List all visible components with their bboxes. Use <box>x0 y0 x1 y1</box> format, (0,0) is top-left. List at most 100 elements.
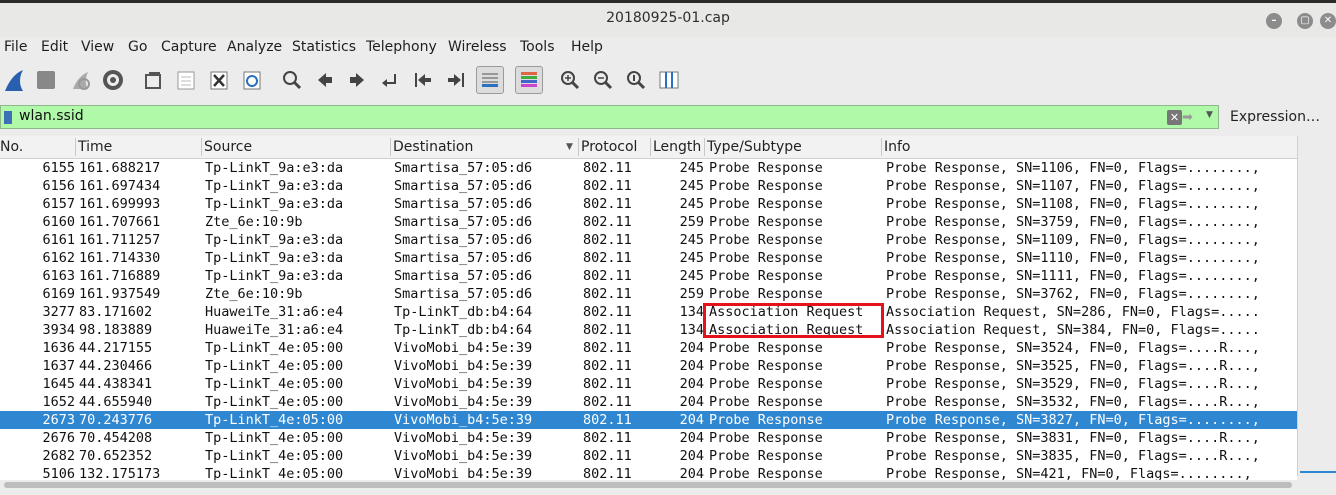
close-button[interactable]: ✕ <box>1320 13 1336 29</box>
normal-size-icon[interactable] <box>622 66 650 94</box>
cell-type-subtype: Probe Response <box>709 394 823 410</box>
zoom-in-icon[interactable] <box>556 66 584 94</box>
table-row[interactable]: 6163 161.716889 Tp-LinkT_9a:e3:da Smartisa_… <box>0 267 1297 285</box>
cell-source: Tp-LinkT_4e:05:00 <box>205 430 344 446</box>
cell-no: 6155 <box>42 160 75 176</box>
column-divider[interactable] <box>75 138 76 156</box>
table-row[interactable]: 2682 70.652352 Tp-LinkT_4e:05:00 VivoMobi_b… <box>0 447 1297 465</box>
apply-filter-icon[interactable]: ➡ <box>1182 110 1204 125</box>
table-row[interactable]: 6160 161.707661 Zte_6e:10:9b Smartisa_57:05… <box>0 213 1297 231</box>
menu-statistics[interactable]: Statistics <box>292 39 356 55</box>
table-row[interactable]: 6155 161.688217 Tp-LinkT_9a:e3:da Smartisa_… <box>0 159 1297 177</box>
menu-view[interactable]: View <box>81 39 114 55</box>
menu-analyze[interactable]: Analyze <box>227 39 282 55</box>
minimize-button[interactable]: – <box>1266 13 1282 29</box>
reload-icon[interactable] <box>238 66 266 94</box>
go-to-packet-icon[interactable] <box>376 66 404 94</box>
menu-telephony[interactable]: Telephony <box>366 39 437 55</box>
table-row[interactable]: 1636 44.217155 Tp-LinkT_4e:05:00 VivoMobi_b… <box>0 339 1297 357</box>
cell-time: 161.716889 <box>79 268 161 284</box>
table-row[interactable]: 6156 161.697434 Tp-LinkT_9a:e3:da Smartisa_… <box>0 177 1297 195</box>
column-no[interactable]: No. <box>0 139 23 158</box>
scrollbar-thumb[interactable] <box>4 482 1292 488</box>
column-divider[interactable] <box>650 138 651 156</box>
table-row[interactable]: 3277 83.171602 HuaweiTe_31:a6:e4 Tp-LinkT_d… <box>0 303 1297 321</box>
cell-destination: VivoMobi_b4:5e:39 <box>394 412 533 428</box>
menu-capture[interactable]: Capture <box>161 39 217 55</box>
zoom-out-icon[interactable] <box>589 66 617 94</box>
colorize-icon[interactable] <box>515 66 543 94</box>
forward-arrow-icon[interactable] <box>343 66 371 94</box>
autoscroll-icon[interactable] <box>476 66 504 94</box>
menu-tools[interactable]: Tools <box>520 39 555 55</box>
options-gear-icon[interactable] <box>99 66 127 94</box>
cell-no: 6162 <box>42 250 75 266</box>
bookmark-icon[interactable] <box>4 111 12 124</box>
resize-columns-icon[interactable] <box>655 66 683 94</box>
column-divider[interactable] <box>704 138 705 156</box>
menu-edit[interactable]: Edit <box>41 39 68 55</box>
column-source[interactable]: Source <box>204 139 252 158</box>
first-packet-icon[interactable] <box>409 66 437 94</box>
cell-destination: Smartisa_57:05:d6 <box>394 250 533 266</box>
table-row[interactable]: 1637 44.230466 Tp-LinkT_4e:05:00 VivoMobi_b… <box>0 357 1297 375</box>
filter-history-chevron-down-icon[interactable]: ▼ <box>1206 110 1216 120</box>
back-arrow-icon[interactable] <box>311 66 339 94</box>
table-row[interactable]: 6157 161.699993 Tp-LinkT_9a:e3:da Smartisa_… <box>0 195 1297 213</box>
cell-source: Tp-LinkT_4e:05:00 <box>205 412 344 428</box>
column-divider[interactable] <box>201 138 202 156</box>
column-divider[interactable] <box>881 138 882 156</box>
cell-info: Probe Response, SN=1110, FN=0, Flags=...… <box>886 250 1260 266</box>
table-row-selected[interactable]: 2673 70.243776 Tp-LinkT_4e:05:00 VivoMobi_b… <box>0 411 1297 429</box>
clear-filter-icon[interactable]: ✕ <box>1167 110 1182 125</box>
table-row[interactable]: 6161 161.711257 Tp-LinkT_9a:e3:da Smartisa_… <box>0 231 1297 249</box>
table-row[interactable]: 1645 44.438341 Tp-LinkT_4e:05:00 VivoMobi_b… <box>0 375 1297 393</box>
display-filter-input[interactable]: wlan.ssid ✕ ➡ ▼ <box>0 105 1219 129</box>
cell-type-subtype: Probe Response <box>709 250 823 266</box>
menu-go[interactable]: Go <box>128 39 147 55</box>
cell-source: HuaweiTe_31:a6:e4 <box>205 322 344 338</box>
cell-no: 5106 <box>42 466 75 480</box>
table-row[interactable]: 1652 44.655940 Tp-LinkT_4e:05:00 VivoMobi_b… <box>0 393 1297 411</box>
horizontal-scrollbar[interactable] <box>0 480 1297 490</box>
table-row[interactable]: 3934 98.183889 HuaweiTe_31:a6:e4 Tp-LinkT_d… <box>0 321 1297 339</box>
packet-list[interactable]: No. Time Source Destination ▼ Protocol L… <box>0 136 1297 480</box>
restart-icon[interactable] <box>66 66 94 94</box>
column-type-subtype[interactable]: Type/Subtype <box>707 139 802 158</box>
vertical-scrollbar[interactable] <box>1297 136 1336 476</box>
close-file-icon[interactable] <box>205 66 233 94</box>
column-length[interactable]: Length <box>653 139 701 158</box>
cell-info: Probe Response, SN=3529, FN=0, Flags=...… <box>886 376 1260 392</box>
column-divider[interactable] <box>578 138 579 156</box>
column-protocol[interactable]: Protocol <box>581 139 637 158</box>
menu-file[interactable]: File <box>4 39 27 55</box>
expression-button[interactable]: Expression… <box>1230 109 1320 125</box>
cell-info: Probe Response, SN=1107, FN=0, Flags=...… <box>886 178 1260 194</box>
cell-info: Probe Response, SN=3532, FN=0, Flags=...… <box>886 394 1260 410</box>
menu-help[interactable]: Help <box>571 39 603 55</box>
table-row[interactable]: 2676 70.454208 Tp-LinkT_4e:05:00 VivoMobi_b… <box>0 429 1297 447</box>
stop-icon[interactable] <box>32 66 60 94</box>
find-icon[interactable] <box>278 66 306 94</box>
shark-fin-icon[interactable] <box>0 66 28 94</box>
column-time[interactable]: Time <box>78 139 112 158</box>
last-packet-icon[interactable] <box>442 66 470 94</box>
maximize-button[interactable]: ▢ <box>1297 13 1313 29</box>
cell-source: Tp-LinkT_4e:05:00 <box>205 358 344 374</box>
cell-destination: Smartisa_57:05:d6 <box>394 214 533 230</box>
display-filter-bar: wlan.ssid ✕ ➡ ▼ Expression… <box>0 103 1336 131</box>
display-filter-value[interactable]: wlan.ssid <box>19 108 84 124</box>
column-info[interactable]: Info <box>884 139 911 158</box>
table-row[interactable]: 6169 161.937549 Zte_6e:10:9b Smartisa_57:05… <box>0 285 1297 303</box>
save-file-icon[interactable] <box>172 66 200 94</box>
cell-protocol: 802.11 <box>583 412 632 428</box>
cell-no: 6161 <box>42 232 75 248</box>
column-divider[interactable] <box>390 138 391 156</box>
open-folder-icon[interactable] <box>139 66 167 94</box>
cell-time: 44.438341 <box>79 376 153 392</box>
menu-wireless[interactable]: Wireless <box>448 39 507 55</box>
table-row[interactable]: 5106 132.175173 Tp-LinkT_4e:05:00 VivoMobi_… <box>0 465 1297 480</box>
column-destination[interactable]: Destination <box>393 139 473 158</box>
cell-length: 134 <box>679 322 704 338</box>
table-row[interactable]: 6162 161.714330 Tp-LinkT_9a:e3:da Smartisa_… <box>0 249 1297 267</box>
